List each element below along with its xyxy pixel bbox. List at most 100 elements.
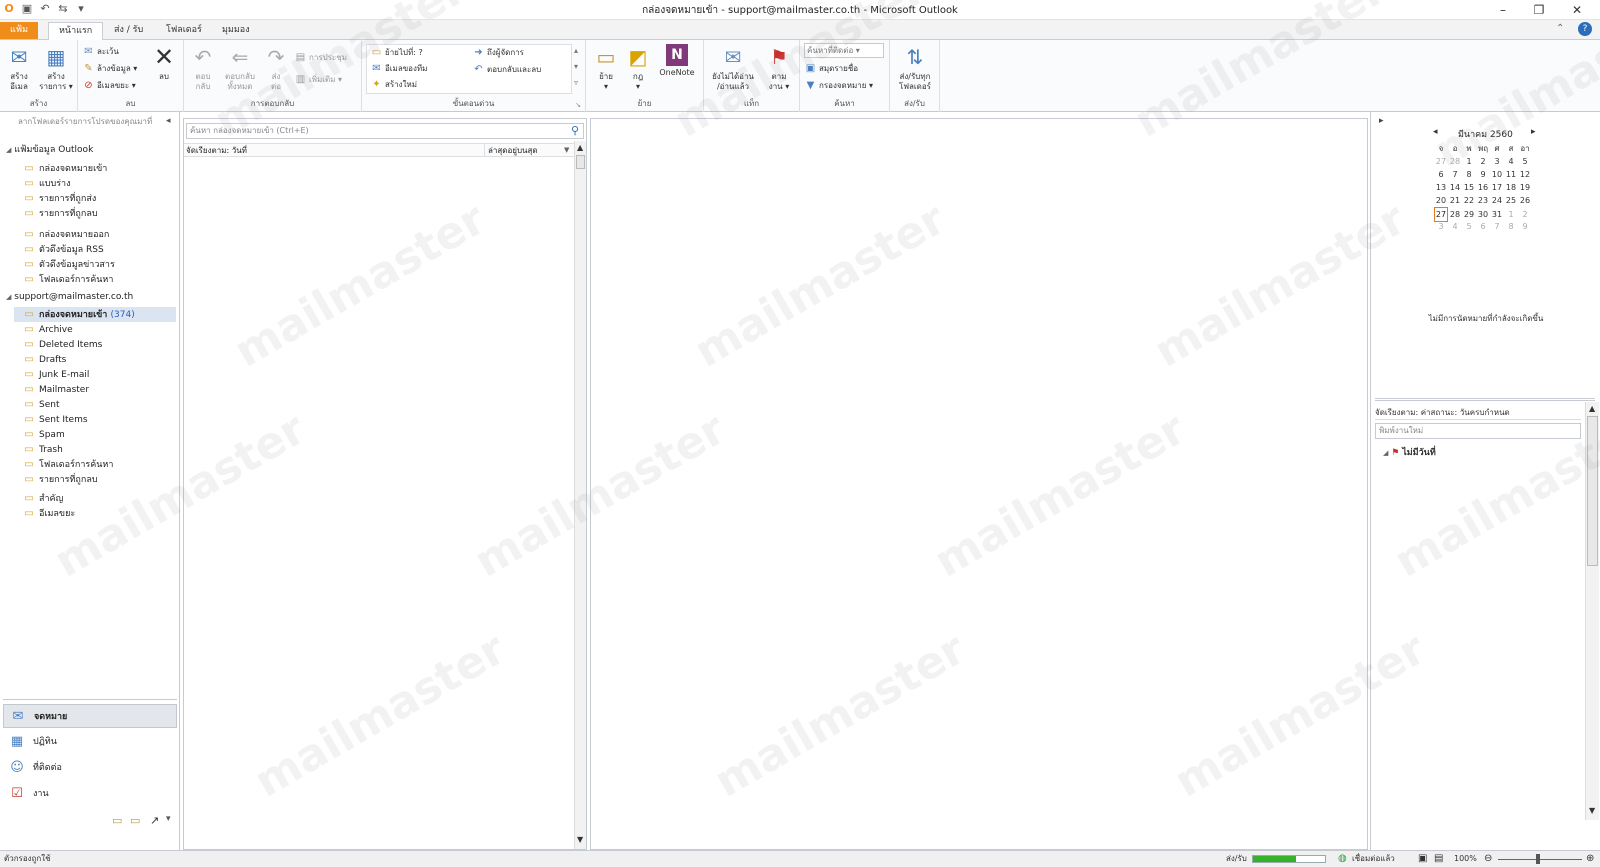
calendar-day[interactable]: 28: [1448, 155, 1462, 168]
quicksteps-dialog-launcher-icon[interactable]: ↘: [575, 101, 581, 109]
outlook-folder-0[interactable]: ▭ กล่องจดหมายเข้า: [22, 161, 107, 176]
new-email-button[interactable]: ✉ สร้าง อีเมล: [2, 44, 36, 92]
calendar-day[interactable]: 22: [1462, 194, 1476, 207]
message-list-scrollbar[interactable]: ▲ ▼: [574, 141, 586, 849]
calendar-day[interactable]: 5: [1518, 155, 1532, 168]
meeting-button[interactable]: ▤ การประชุม: [294, 50, 347, 65]
calendar-day[interactable]: 9: [1518, 220, 1532, 233]
search-icon[interactable]: ⚲: [571, 124, 579, 137]
rules-button[interactable]: ◩ กฎ ▾: [624, 44, 652, 92]
ignore-button[interactable]: ✉ ละเว้น: [82, 44, 119, 59]
account-folder-8[interactable]: ▭ Trash: [22, 442, 63, 457]
calendar-day[interactable]: 18: [1504, 181, 1518, 194]
filter-email-button[interactable]: ▼ กรองจดหมาย ▾: [804, 78, 873, 93]
calendar-day[interactable]: 24: [1490, 194, 1504, 207]
calendar-day[interactable]: 27: [1434, 155, 1448, 168]
todo-scroll-thumb[interactable]: [1587, 416, 1598, 566]
account-folder-6[interactable]: ▭ Sent Items: [22, 412, 87, 427]
reading-view-icon[interactable]: ▤: [1434, 851, 1443, 867]
junk-button[interactable]: ⊘ อีเมลขยะ ▾: [82, 78, 135, 93]
calendar-day[interactable]: 10: [1490, 168, 1504, 181]
calendar-day[interactable]: 1: [1462, 155, 1476, 168]
nav-calendar[interactable]: ▦ ปฏิทิน: [3, 730, 177, 754]
calendar-day[interactable]: 8: [1462, 168, 1476, 181]
followup-button[interactable]: ⚑ ตาม งาน ▾: [762, 44, 796, 92]
calendar-day[interactable]: 20: [1434, 194, 1448, 207]
account-folder-10[interactable]: ▭ รายการที่ถูกลบ: [22, 472, 97, 487]
account-folder-9[interactable]: ▭ โฟลเดอร์การค้นหา: [22, 457, 113, 472]
qs-reply-delete[interactable]: ↶ ตอบกลับและลบ: [472, 62, 541, 77]
calendar-day[interactable]: 4: [1448, 220, 1462, 233]
section-account[interactable]: ◢ support@mailmaster.co.th: [6, 290, 133, 305]
sort-dropdown-icon[interactable]: ▼: [564, 144, 569, 157]
sort-by-button[interactable]: จัดเรียงตาม: วันที่: [186, 144, 247, 157]
calendar-day[interactable]: 11: [1504, 168, 1518, 181]
move-button[interactable]: ▭ ย้าย ▾: [590, 44, 622, 92]
todo-scrollbar[interactable]: ▲ ▼: [1585, 402, 1599, 820]
task-sort-header[interactable]: จัดเรียงตาม: ค่าสถานะ: วันครบกำหนด: [1375, 406, 1581, 420]
normal-view-icon[interactable]: ▣: [1418, 851, 1427, 867]
calendar-next-icon[interactable]: ▸: [1531, 127, 1536, 137]
calendar-day[interactable]: 16: [1476, 181, 1490, 194]
outlook-folder-2[interactable]: ▭ รายการที่ถูกส่ง: [22, 191, 96, 206]
calendar-day[interactable]: 15: [1462, 181, 1476, 194]
outlook-folder-6[interactable]: ▭ ตัวดึงข้อมูลข่าวสาร: [22, 257, 115, 272]
calendar-day[interactable]: 21: [1448, 194, 1462, 207]
zoom-slider-thumb[interactable]: [1536, 854, 1540, 864]
calendar-day[interactable]: 23: [1476, 194, 1490, 207]
reply-button[interactable]: ↶ ตอบ กลับ: [188, 44, 218, 92]
qs-move-to[interactable]: ▭ ย้ายไปที่: ?: [370, 45, 423, 60]
todo-scroll-down-icon[interactable]: ▼: [1589, 806, 1595, 815]
account-folder-7[interactable]: ▭ Spam: [22, 427, 64, 442]
calendar-day[interactable]: 7: [1490, 220, 1504, 233]
zoom-level[interactable]: 100%: [1454, 851, 1477, 867]
section-outlook-data[interactable]: ◢ แฟ้มข้อมูล Outlook: [6, 143, 93, 158]
nav-contacts[interactable]: ☺ ที่ติดต่อ: [3, 756, 177, 780]
restore-button[interactable]: ❐: [1522, 1, 1556, 19]
close-button[interactable]: ✕: [1560, 1, 1594, 19]
sort-order-button[interactable]: ล่าสุดอยู่บนสุด: [484, 144, 538, 157]
calendar-day[interactable]: 7: [1448, 168, 1462, 181]
calendar-day[interactable]: 14: [1448, 181, 1462, 194]
forward-button[interactable]: ↷ ส่ง ต่อ: [262, 44, 290, 92]
tab-file[interactable]: แฟ้ม: [0, 22, 39, 39]
calendar-day[interactable]: 12: [1518, 168, 1532, 181]
calendar-day[interactable]: 17: [1490, 181, 1504, 194]
cleanup-button[interactable]: ✎ ล้างข้อมูล ▾: [82, 61, 137, 76]
more-respond-button[interactable]: ▥ เพิ่มเติม ▾: [294, 72, 342, 87]
notes-icon[interactable]: ▭: [112, 814, 122, 827]
calendar-day[interactable]: 25: [1504, 194, 1518, 207]
minimize-ribbon-icon[interactable]: ⌃: [1556, 23, 1564, 34]
account-folder-0[interactable]: ▭ Archive: [22, 322, 72, 337]
task-group-no-date[interactable]: ◢ ⚑ ไม่มีวันที่: [1383, 445, 1436, 459]
unread-read-button[interactable]: ✉ ยังไม่ได้อ่าน /อ่านแล้ว: [706, 44, 760, 92]
collapse-pane-icon[interactable]: ◂: [166, 116, 171, 126]
configure-buttons-icon[interactable]: ▾: [166, 814, 171, 824]
tab-view[interactable]: มุมมอง: [212, 22, 260, 40]
account-folder-2[interactable]: ▭ Drafts: [22, 352, 66, 367]
calendar-day[interactable]: 19: [1518, 181, 1532, 194]
calendar-day[interactable]: 3: [1434, 220, 1448, 233]
extra-folder-0[interactable]: ▭ สำคัญ: [22, 491, 63, 506]
tab-folder[interactable]: โฟลเดอร์: [156, 22, 212, 40]
calendar-day[interactable]: 6: [1476, 220, 1490, 233]
onenote-button[interactable]: N OneNote: [654, 44, 700, 78]
new-task-input[interactable]: พิมพ์งานใหม่: [1375, 423, 1581, 439]
reading-pane[interactable]: [590, 118, 1368, 850]
nav-tasks[interactable]: ☑ งาน: [3, 782, 177, 806]
quicksteps-scroll-down-icon[interactable]: ▾: [574, 62, 578, 71]
calendar-day[interactable]: 8: [1504, 220, 1518, 233]
scroll-down-icon[interactable]: ▼: [577, 835, 583, 844]
shortcuts-icon[interactable]: ↗: [150, 814, 159, 827]
account-folder-4[interactable]: ▭ Mailmaster: [22, 382, 89, 397]
zoom-in-icon[interactable]: ⊕: [1586, 851, 1594, 867]
outlook-folder-5[interactable]: ▭ ตัวดึงข้อมูล RSS: [22, 242, 103, 257]
folder-list-icon[interactable]: ▭: [130, 814, 140, 827]
account-folder-5[interactable]: ▭ Sent: [22, 397, 59, 412]
calendar-day[interactable]: 26: [1518, 194, 1532, 207]
calendar-day[interactable]: 5: [1462, 220, 1476, 233]
calendar-day[interactable]: 4: [1504, 155, 1518, 168]
zoom-out-icon[interactable]: ⊖: [1484, 851, 1492, 867]
search-input[interactable]: ค้นหา กล่องจดหมายเข้า (Ctrl+E): [186, 123, 584, 139]
outlook-folder-4[interactable]: ▭ กล่องจดหมายออก: [22, 227, 109, 242]
